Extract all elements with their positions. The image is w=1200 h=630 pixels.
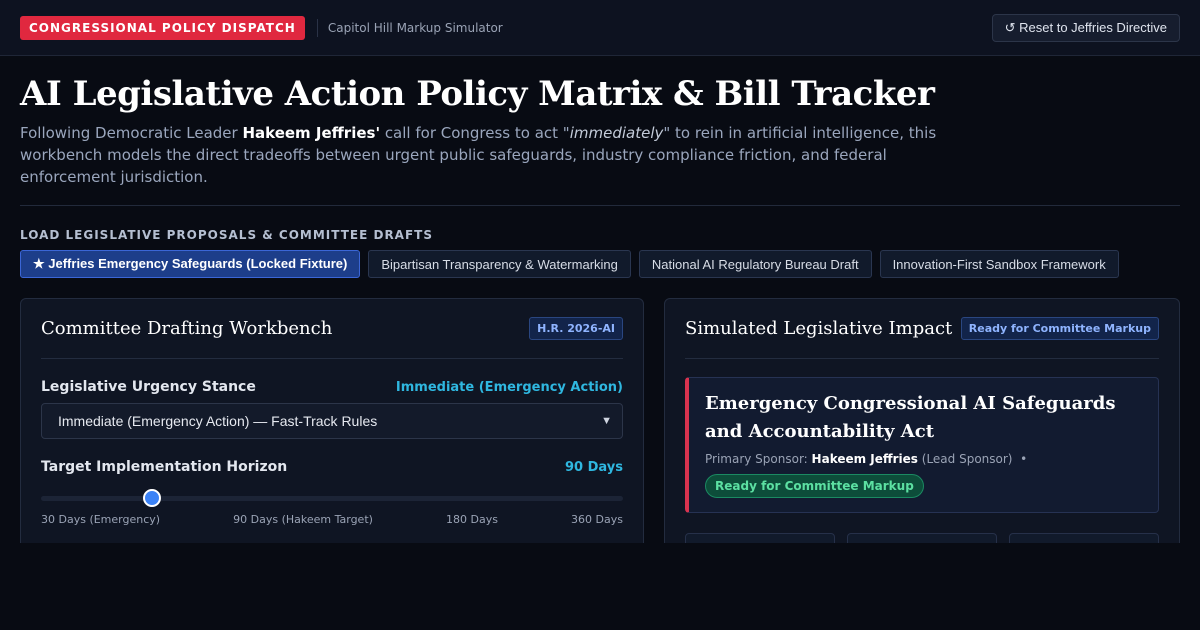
bill-number-tag: H.R. 2026-AI xyxy=(529,317,623,340)
brand-subtitle: Capitol Hill Markup Simulator xyxy=(327,20,503,35)
tick-180: 180 Days xyxy=(446,513,498,526)
proposal-chip-transparency[interactable]: Bipartisan Transparency & Watermarking xyxy=(368,250,631,278)
sponsor-prefix: Primary Sponsor: xyxy=(705,452,812,466)
header-divider xyxy=(20,205,1180,206)
proposal-chip-jeffries[interactable]: ★ Jeffries Emergency Safeguards (Locked … xyxy=(20,250,361,278)
drafting-workbench-panel: Committee Drafting Workbench H.R. 2026-A… xyxy=(20,298,644,558)
tick-30: 30 Days (Emergency) xyxy=(41,513,161,526)
tick-90: 90 Days (Hakeem Target) xyxy=(233,513,373,526)
urgency-label: Legislative Urgency Stance xyxy=(41,379,256,395)
horizon-slider[interactable] xyxy=(41,489,623,507)
bill-status-pill: Ready for Committee Markup xyxy=(705,474,924,498)
workbench-header: Committee Drafting Workbench H.R. 2026-A… xyxy=(41,299,623,359)
impact-header: Simulated Legislative Impact Ready for C… xyxy=(685,299,1159,359)
horizon-value: 90 Days xyxy=(565,459,623,475)
slider-track xyxy=(41,496,623,501)
urgency-select[interactable]: Immediate (Emergency Action) — Fast-Trac… xyxy=(41,403,623,439)
horizon-label: Target Implementation Horizon xyxy=(41,459,288,475)
impact-title: Simulated Legislative Impact xyxy=(685,318,953,339)
proposal-chip-bureau[interactable]: National AI Regulatory Bureau Draft xyxy=(638,250,872,278)
desc-emphasis: immediately xyxy=(569,124,664,142)
page-description: Following Democratic Leader Hakeem Jeffr… xyxy=(20,122,940,188)
sponsor-role: (Lead Sponsor) xyxy=(917,452,1013,466)
tick-360: 360 Days xyxy=(571,513,623,526)
brand-separator xyxy=(316,18,318,37)
page-title: AI Legislative Action Policy Matrix & Bi… xyxy=(20,74,935,114)
bill-card: Emergency Congressional AI Safeguards an… xyxy=(685,377,1159,513)
top-bar: CONGRESSIONAL POLICY DISPATCH Capitol Hi… xyxy=(0,0,1200,56)
urgency-row: Legislative Urgency Stance Immediate (Em… xyxy=(41,379,623,395)
horizon-row: Target Implementation Horizon 90 Days xyxy=(41,459,623,475)
page-cutoff xyxy=(0,543,1200,630)
proposals-section-label: LOAD LEGISLATIVE PROPOSALS & COMMITTEE D… xyxy=(20,228,433,242)
legislative-impact-panel: Simulated Legislative Impact Ready for C… xyxy=(664,298,1180,573)
bill-title: Emergency Congressional AI Safeguards an… xyxy=(705,393,1116,442)
reset-button[interactable]: ↺ Reset to Jeffries Directive xyxy=(991,13,1180,42)
slider-ticks: 30 Days (Emergency) 90 Days (Hakeem Targ… xyxy=(41,513,623,526)
sponsor-separator: • xyxy=(1020,452,1028,466)
proposal-chip-sandbox[interactable]: Innovation-First Sandbox Framework xyxy=(879,250,1119,278)
workbench-title: Committee Drafting Workbench xyxy=(41,318,333,339)
slider-thumb[interactable] xyxy=(142,489,161,507)
impact-status-tag: Ready for Committee Markup xyxy=(960,317,1159,340)
desc-mid: call for Congress to act " xyxy=(380,124,570,142)
bill-sponsor: Primary Sponsor: Hakeem Jeffries (Lead S… xyxy=(705,452,1142,466)
chevron-down-icon: ▼ xyxy=(601,415,612,427)
desc-prefix: Following Democratic Leader xyxy=(20,124,243,142)
desc-name: Hakeem Jeffries' xyxy=(242,124,381,142)
proposal-chips: ★ Jeffries Emergency Safeguards (Locked … xyxy=(20,250,1119,278)
urgency-select-value: Immediate (Emergency Action) — Fast-Trac… xyxy=(58,413,378,429)
urgency-value: Immediate (Emergency Action) xyxy=(395,379,623,395)
sponsor-name: Hakeem Jeffries xyxy=(811,452,918,466)
brand-badge: CONGRESSIONAL POLICY DISPATCH xyxy=(20,15,305,40)
